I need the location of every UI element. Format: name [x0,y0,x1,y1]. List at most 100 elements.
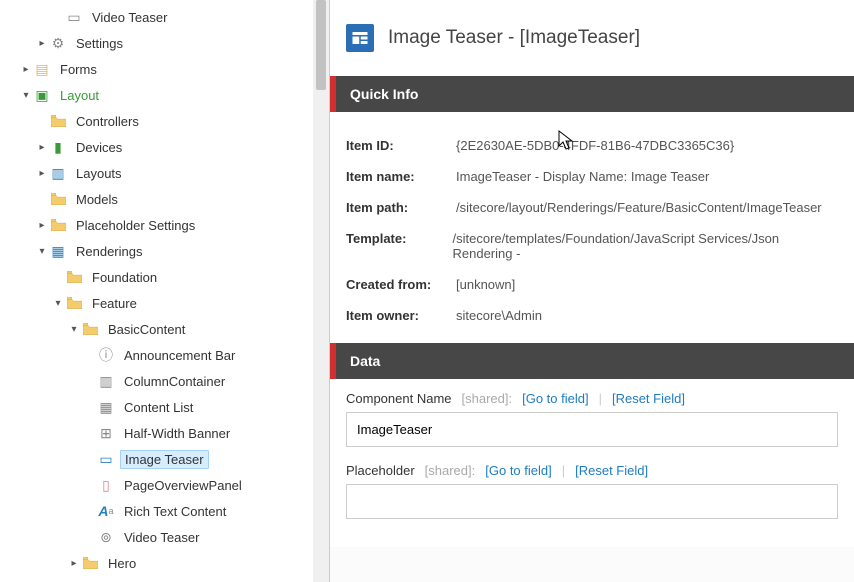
tree-item-settings[interactable]: ▸⚙ Settings [0,30,329,56]
collapse-toggle[interactable]: ▾ [52,297,64,309]
expand-toggle[interactable]: ▸ [36,37,48,49]
tree-label: Layouts [72,165,126,182]
layout-icon: ▣ [34,87,50,103]
banner-icon: ⊞ [98,425,114,441]
tree-item-feature[interactable]: ▾Feature [0,290,329,316]
tree-item-video-teaser[interactable]: ▸⊚Video Teaser [0,524,329,550]
tree-label: Announcement Bar [120,347,239,364]
column-icon: ▥ [98,373,114,389]
folder-icon [50,191,66,207]
expand-toggle[interactable]: ▸ [36,141,48,153]
qi-value-item-name[interactable]: ImageTeaser - Display Name: Image Teaser [456,169,709,184]
tree-item-layouts[interactable]: ▸▥Layouts [0,160,329,186]
tree-label: Rich Text Content [120,503,230,520]
tree-item-models[interactable]: ▸Models [0,186,329,212]
reset-field-link[interactable]: [Reset Field] [612,391,685,406]
expand-toggle[interactable]: ▸ [36,167,48,179]
tree-item-placeholder-settings[interactable]: ▸Placeholder Settings [0,212,329,238]
tree-item-forms[interactable]: ▸▤ Forms [0,56,329,82]
tree-item-navigation[interactable]: ▸Navigation [0,576,329,582]
expand-toggle[interactable]: ▸ [36,219,48,231]
qi-label-item-id: Item ID: [346,138,456,153]
expand-toggle[interactable]: ▸ [68,557,80,569]
tree-item-page-overview-panel[interactable]: ▸▯PageOverviewPanel [0,472,329,498]
tree-label: PageOverviewPanel [120,477,246,494]
tree-label: BasicContent [104,321,189,338]
collapse-toggle[interactable]: ▾ [36,245,48,257]
qi-label-item-name: Item name: [346,169,456,184]
tree-item-devices[interactable]: ▸▮ Devices [0,134,329,160]
video-icon: ⊚ [98,529,114,545]
tree-item-foundation[interactable]: ▸Foundation [0,264,329,290]
placeholder-input[interactable] [346,484,838,519]
tree-item-basiccontent[interactable]: ▾ BasicContent [0,316,329,342]
scrollbar-thumb[interactable] [316,0,326,90]
devices-icon: ▮ [50,139,66,155]
tree-item-half-width-banner[interactable]: ▸⊞Half-Width Banner [0,420,329,446]
data-body: Component Name [shared]: [Go to field] |… [330,379,854,547]
grid-icon: ▦ [98,399,114,415]
tree-item-layout[interactable]: ▾▣Layout [0,82,329,108]
section-quick-info[interactable]: Quick Info [330,76,854,112]
go-to-field-link[interactable]: [Go to field] [522,391,588,406]
field-placeholder: Placeholder [shared]: [Go to field] | [R… [346,463,838,519]
tree-label: Models [72,191,122,208]
field-label: Placeholder [346,463,415,478]
folder-icon [82,555,98,571]
component-name-input[interactable] [346,412,838,447]
tree-item-renderings[interactable]: ▾▦Renderings [0,238,329,264]
tree-label: Settings [72,35,127,52]
tree-item-rich-text-content[interactable]: ▸AaRich Text Content [0,498,329,524]
page-title: Image Teaser - [ImageTeaser] [388,27,640,49]
tree-item-announcement-bar[interactable]: ▸ⓘAnnouncement Bar [0,342,329,368]
section-data[interactable]: Data [330,343,854,379]
qi-label-item-owner: Item owner: [346,308,456,323]
folder-icon [66,295,82,311]
tree-item-video-teaser-partial[interactable]: ▸▭Video Teaser [0,4,329,30]
collapse-toggle[interactable]: ▾ [20,89,32,101]
qi-value-item-id[interactable]: {2E2630AE-5DB0-4FDF-81B6-47DBC3365C36} [456,138,734,153]
qi-label-created-from: Created from: [346,277,456,292]
tree-label: ColumnContainer [120,373,229,390]
qi-value-item-owner[interactable]: sitecore\Admin [456,308,542,323]
expand-toggle[interactable]: ▸ [20,63,32,75]
qi-label-item-path: Item path: [346,200,456,215]
tree-label: Video Teaser [120,529,203,546]
qi-value-item-path[interactable]: /sitecore/layout/Renderings/Feature/Basi… [456,200,822,215]
reset-field-link[interactable]: [Reset Field] [575,463,648,478]
image-teaser-icon: ▭ [98,451,114,467]
go-to-field-link[interactable]: [Go to field] [485,463,551,478]
qi-value-template[interactable]: /sitecore/templates/Foundation/JavaScrip… [453,231,839,261]
tree-panel[interactable]: ▸▭Video Teaser ▸⚙Settings ▸▤Forms ▾▣Layo… [0,0,330,582]
forms-icon: ▤ [34,61,50,77]
field-component-name: Component Name [shared]: [Go to field] |… [346,391,838,447]
collapse-toggle[interactable]: ▾ [68,323,80,335]
folder-icon [50,217,66,233]
header-icon [346,24,374,52]
tree-item-image-teaser[interactable]: ▸▭Image Teaser [0,446,329,472]
tree-label: Foundation [88,269,161,286]
separator: | [599,391,602,406]
tree-label: Controllers [72,113,143,130]
tree-label: Forms [56,61,101,78]
quick-info-body: Item ID:{2E2630AE-5DB0-4FDF-81B6-47DBC33… [330,112,854,343]
shared-tag: [shared]: [462,391,513,406]
tree-label: Video Teaser [88,9,171,26]
tree-item-controllers[interactable]: ▸Controllers [0,108,329,134]
separator: | [562,463,565,478]
qi-value-created-from[interactable]: [unknown] [456,277,515,292]
text-icon: Aa [98,503,114,519]
tree-item-hero[interactable]: ▸ Hero [0,550,329,576]
tree-label: Half-Width Banner [120,425,234,442]
folder-icon [82,321,98,337]
tree-label: Hero [104,555,140,572]
tree-label: Devices [72,139,126,156]
tree-scrollbar[interactable] [313,0,329,582]
field-label: Component Name [346,391,452,406]
tree-item-content-list[interactable]: ▸▦Content List [0,394,329,420]
folder-icon [66,269,82,285]
gear-icon: ⚙ [50,35,66,51]
tree-item-column-container[interactable]: ▸▥ColumnContainer [0,368,329,394]
info-icon: ⓘ [98,347,114,363]
tree-label: Content List [120,399,197,416]
